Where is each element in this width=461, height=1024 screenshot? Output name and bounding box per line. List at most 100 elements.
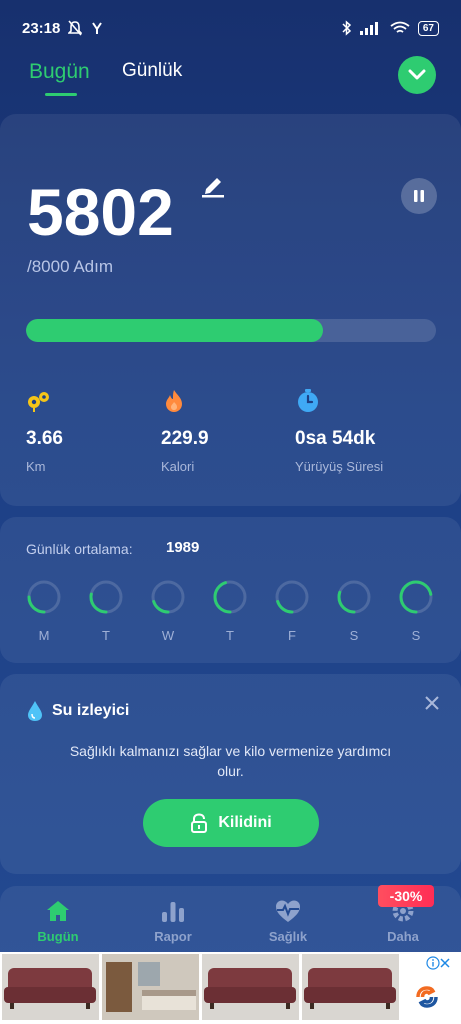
chart-icon bbox=[162, 902, 184, 922]
ad-image-bedroom[interactable] bbox=[102, 954, 199, 1020]
day-label: M bbox=[38, 628, 50, 643]
signal-icon bbox=[359, 22, 378, 35]
room-bed bbox=[142, 990, 196, 1010]
unlock-icon bbox=[191, 813, 208, 833]
tab-daily[interactable]: Günlük bbox=[122, 60, 182, 82]
day-ring bbox=[275, 580, 309, 614]
stat-distance: 3.66 Km bbox=[26, 388, 63, 474]
pause-button[interactable] bbox=[401, 178, 437, 214]
distance-label: Km bbox=[26, 459, 46, 474]
expand-button[interactable] bbox=[398, 56, 436, 94]
nav-item-today[interactable]: Bugün bbox=[18, 898, 98, 944]
unlock-button-label: Kilidini bbox=[218, 814, 272, 831]
ad-close-icon[interactable] bbox=[440, 958, 450, 968]
sofa-leg bbox=[10, 1003, 14, 1009]
sofa-seat bbox=[4, 987, 96, 1003]
heart-icon bbox=[276, 900, 300, 922]
mute-icon bbox=[68, 20, 83, 36]
flame-icon bbox=[166, 390, 182, 412]
sofa-leg bbox=[210, 1003, 214, 1009]
day-label: S bbox=[349, 628, 359, 643]
battery-icon: 67 bbox=[417, 20, 439, 36]
calories-label: Kalori bbox=[161, 459, 195, 474]
nav-item-health[interactable]: Sağlık bbox=[248, 898, 328, 944]
sofa-leg bbox=[310, 1003, 314, 1009]
day-label: T bbox=[102, 628, 110, 643]
day-item[interactable]: T bbox=[86, 579, 126, 643]
sofa-seat bbox=[304, 987, 396, 1003]
status-bar: 23:18 67 bbox=[0, 0, 461, 56]
stat-walk-time: 0sa 54dk Yürüyüş Süresi bbox=[295, 388, 383, 474]
nav-label-report: Rapor bbox=[154, 929, 192, 944]
step-progress-fill bbox=[26, 319, 324, 342]
close-icon[interactable] bbox=[425, 696, 439, 710]
day-item[interactable]: S bbox=[334, 579, 374, 643]
distance-icon bbox=[28, 392, 49, 412]
day-label: F bbox=[288, 628, 296, 643]
step-progress-bar bbox=[26, 319, 436, 342]
brand-logo-icon bbox=[416, 986, 438, 1008]
calories-value: 229.9 bbox=[161, 428, 209, 449]
day-ring bbox=[89, 580, 123, 614]
day-ring bbox=[27, 580, 61, 614]
day-item[interactable]: S bbox=[396, 579, 436, 643]
day-ring bbox=[213, 580, 247, 614]
notification-icon bbox=[92, 22, 103, 34]
room-wardrobe bbox=[106, 962, 132, 1012]
room-mirror bbox=[138, 962, 160, 986]
walk-time-value: 0sa 54dk bbox=[295, 428, 376, 449]
day-item[interactable]: T bbox=[210, 579, 250, 643]
tab-today[interactable]: Bugün bbox=[29, 60, 90, 84]
daily-average-value: 1989 bbox=[166, 539, 200, 556]
sofa-seat bbox=[204, 987, 296, 1003]
ad-banner[interactable] bbox=[0, 952, 461, 1024]
weekly-card[interactable]: Günlük ortalama: 1989 M T W T F S S bbox=[0, 517, 461, 663]
day-label: S bbox=[411, 628, 421, 643]
ad-image-sofa[interactable] bbox=[302, 954, 399, 1020]
distance-value: 3.66 bbox=[26, 428, 63, 449]
unlock-button[interactable]: Kilidini bbox=[143, 799, 319, 847]
nav-label-today: Bugün bbox=[37, 929, 79, 944]
water-drop-icon bbox=[28, 701, 42, 721]
ad-logo[interactable] bbox=[402, 954, 452, 1020]
water-tracker-header: Su izleyici bbox=[26, 700, 129, 722]
status-left: 23:18 bbox=[22, 20, 104, 37]
nav-label-health: Sağlık bbox=[268, 929, 308, 944]
stopwatch-icon bbox=[298, 389, 318, 412]
water-tracker-description: Sağlıklı kalmanızı sağlar ve kilo vermen… bbox=[69, 743, 392, 779]
sofa-leg bbox=[386, 1003, 390, 1009]
ad-info-icon[interactable] bbox=[426, 956, 440, 970]
water-tracker-card: Su izleyici Sağlıklı kalmanızı sağlar ve… bbox=[0, 674, 461, 874]
wifi-icon bbox=[390, 21, 410, 33]
discount-badge[interactable]: -30% bbox=[378, 885, 434, 907]
day-item[interactable]: F bbox=[272, 579, 312, 643]
ad-image-sofa[interactable] bbox=[202, 954, 299, 1020]
step-goal: /8000 Adım bbox=[27, 257, 114, 276]
day-label: T bbox=[226, 628, 234, 643]
edit-icon[interactable] bbox=[202, 174, 226, 198]
day-label: W bbox=[161, 628, 175, 643]
home-icon bbox=[47, 901, 69, 921]
day-ring bbox=[399, 580, 433, 614]
nav-label-more: Daha bbox=[387, 929, 419, 944]
bluetooth-icon bbox=[342, 20, 351, 36]
chevron-down-icon bbox=[408, 69, 426, 80]
sofa-leg bbox=[86, 1003, 90, 1009]
sofa-leg bbox=[286, 1003, 290, 1009]
tab-indicator bbox=[45, 93, 77, 96]
daily-average-label: Günlük ortalama: bbox=[26, 541, 133, 557]
status-time: 23:18 bbox=[22, 19, 61, 37]
stat-calories: 229.9 Kalori bbox=[161, 388, 209, 474]
day-item[interactable]: M bbox=[24, 579, 64, 643]
step-count: 5802 bbox=[27, 175, 174, 249]
walk-time-label: Yürüyüş Süresi bbox=[295, 459, 384, 474]
pause-icon bbox=[414, 190, 424, 202]
nav-item-report[interactable]: Rapor bbox=[133, 898, 213, 944]
steps-card: 5802 /8000 Adım 3.66 Km 229.9 Kalori 0sa… bbox=[0, 114, 461, 506]
day-item[interactable]: W bbox=[148, 579, 188, 643]
top-tabs: Bugün Günlük bbox=[0, 56, 461, 110]
status-right: 67 bbox=[342, 20, 439, 36]
ad-image-sofa[interactable] bbox=[2, 954, 99, 1020]
day-ring bbox=[337, 580, 371, 614]
day-ring bbox=[151, 580, 185, 614]
